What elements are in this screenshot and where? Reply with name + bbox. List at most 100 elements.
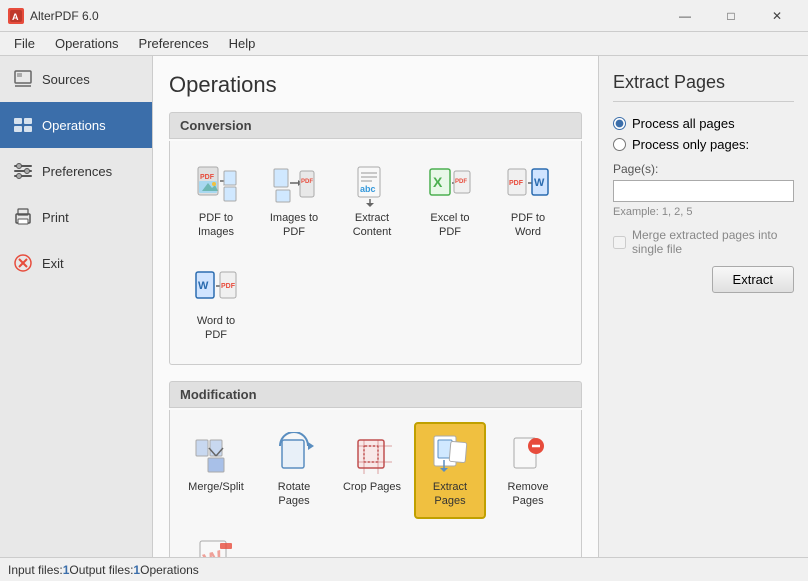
word-to-pdf-icon: W PDF	[194, 266, 238, 310]
conversion-body: PDF PDF toImages	[169, 141, 582, 365]
only-pages-radio[interactable]	[613, 138, 626, 151]
ops-label: Operations	[140, 563, 199, 577]
svg-text:A: A	[12, 12, 19, 22]
op-pdf-to-images[interactable]: PDF PDF toImages	[180, 153, 252, 250]
app-icon: A	[8, 8, 24, 24]
pdf-to-images-icon: PDF	[194, 163, 238, 207]
op-watermark[interactable]: W Watermark	[180, 525, 252, 557]
page-options: Process all pages Process only pages:	[613, 116, 794, 152]
app-title: AlterPDF 6.0	[30, 9, 662, 23]
menu-file[interactable]: File	[4, 34, 45, 53]
preferences-label: Preferences	[42, 164, 112, 179]
pages-input[interactable]	[613, 180, 794, 202]
extract-pages-label: ExtractPages	[433, 480, 467, 509]
preferences-icon	[12, 160, 34, 182]
svg-text:PDF: PDF	[221, 283, 236, 290]
svg-text:PDF: PDF	[509, 180, 524, 187]
input-label: Input files:	[8, 563, 63, 577]
op-word-to-pdf[interactable]: W PDF Word toPDF	[180, 256, 252, 353]
print-icon	[12, 206, 34, 228]
word-to-pdf-label: Word toPDF	[197, 314, 235, 343]
op-extract-pages[interactable]: ExtractPages	[414, 422, 486, 519]
sidebar-item-operations[interactable]: Operations	[0, 102, 152, 148]
extract-content-label: ExtractContent	[353, 211, 392, 240]
sources-label: Sources	[42, 72, 90, 87]
op-merge-split[interactable]: Merge/Split	[180, 422, 252, 519]
op-excel-to-pdf[interactable]: X PDF Excel toPDF	[414, 153, 486, 250]
sidebar-item-print[interactable]: Print	[0, 194, 152, 240]
maximize-button[interactable]: □	[708, 0, 754, 32]
op-images-to-pdf[interactable]: PDF Images toPDF	[258, 153, 330, 250]
panel-title: Extract Pages	[613, 72, 794, 102]
menu-help[interactable]: Help	[219, 34, 266, 53]
operations-icon	[12, 114, 34, 136]
pages-hint: Example: 1, 2, 5	[613, 206, 794, 218]
close-button[interactable]: ✕	[754, 0, 800, 32]
menu-operations[interactable]: Operations	[45, 34, 129, 53]
modification-header: Modification	[169, 381, 582, 408]
conversion-header: Conversion	[169, 112, 582, 139]
exit-icon	[12, 252, 34, 274]
svg-text:PDF: PDF	[455, 179, 467, 185]
pages-field-group: Page(s): Example: 1, 2, 5	[613, 162, 794, 218]
modification-body: Merge/Split RotatePages	[169, 410, 582, 557]
pdf-to-images-label: PDF toImages	[198, 211, 234, 240]
output-count: 1	[133, 563, 140, 577]
op-crop-pages[interactable]: Crop Pages	[336, 422, 408, 519]
statusbar: Input files: 1 Output files: 1 Operation…	[0, 557, 808, 581]
input-count: 1	[63, 563, 70, 577]
rotate-pages-label: RotatePages	[278, 480, 310, 509]
operations-label: Operations	[42, 118, 106, 133]
crop-pages-icon	[350, 432, 394, 476]
pdf-to-word-label: PDF toWord	[511, 211, 545, 240]
op-rotate-pages[interactable]: RotatePages	[258, 422, 330, 519]
extract-content-icon: abc	[350, 163, 394, 207]
sidebar-item-exit[interactable]: Exit	[0, 240, 152, 286]
page-title: Operations	[169, 72, 582, 98]
op-remove-pages[interactable]: RemovePages	[492, 422, 564, 519]
sources-icon	[12, 68, 34, 90]
print-label: Print	[42, 210, 69, 225]
op-extract-content[interactable]: abc ExtractContent	[336, 153, 408, 250]
all-pages-option[interactable]: Process all pages	[613, 116, 794, 131]
rotate-pages-icon	[272, 432, 316, 476]
pdf-to-word-icon: PDF W	[506, 163, 550, 207]
content-area: Operations Conversion PDF	[153, 56, 598, 557]
modification-section: Modification Merge/Split	[169, 381, 582, 557]
excel-to-pdf-label: Excel toPDF	[430, 211, 469, 240]
only-pages-label: Process only pages:	[632, 137, 749, 152]
output-label: Output files:	[69, 563, 133, 577]
conversion-section: Conversion PDF	[169, 112, 582, 365]
excel-to-pdf-icon: X PDF	[428, 163, 472, 207]
merge-split-label: Merge/Split	[188, 480, 244, 494]
sidebar: Sources Operations	[0, 56, 153, 557]
only-pages-option[interactable]: Process only pages:	[613, 137, 794, 152]
svg-text:W: W	[534, 177, 545, 189]
watermark-icon: W	[194, 535, 238, 557]
remove-pages-icon	[506, 432, 550, 476]
extract-button[interactable]: Extract	[712, 266, 794, 293]
all-pages-label: Process all pages	[632, 116, 735, 131]
all-pages-radio[interactable]	[613, 117, 626, 130]
images-to-pdf-label: Images toPDF	[270, 211, 318, 240]
minimize-button[interactable]: —	[662, 0, 708, 32]
svg-text:X: X	[433, 174, 443, 190]
titlebar: A AlterPDF 6.0 — □ ✕	[0, 0, 808, 32]
svg-text:W: W	[198, 280, 209, 292]
sidebar-item-sources[interactable]: Sources	[0, 56, 152, 102]
sidebar-item-preferences[interactable]: Preferences	[0, 148, 152, 194]
merge-checkbox[interactable]	[613, 236, 626, 249]
menu-preferences[interactable]: Preferences	[129, 34, 219, 53]
svg-text:PDF: PDF	[200, 174, 215, 181]
merge-checkbox-group: Merge extracted pages intosingle file	[613, 228, 794, 256]
pages-label: Page(s):	[613, 162, 794, 176]
remove-pages-label: RemovePages	[508, 480, 549, 509]
window-controls: — □ ✕	[662, 0, 800, 32]
merge-split-icon	[194, 432, 238, 476]
op-pdf-to-word[interactable]: PDF W PDF toWord	[492, 153, 564, 250]
crop-pages-label: Crop Pages	[343, 480, 401, 494]
merge-label: Merge extracted pages intosingle file	[632, 228, 777, 256]
menubar: File Operations Preferences Help	[0, 32, 808, 56]
extract-pages-icon	[428, 432, 472, 476]
main-layout: Sources Operations	[0, 56, 808, 557]
